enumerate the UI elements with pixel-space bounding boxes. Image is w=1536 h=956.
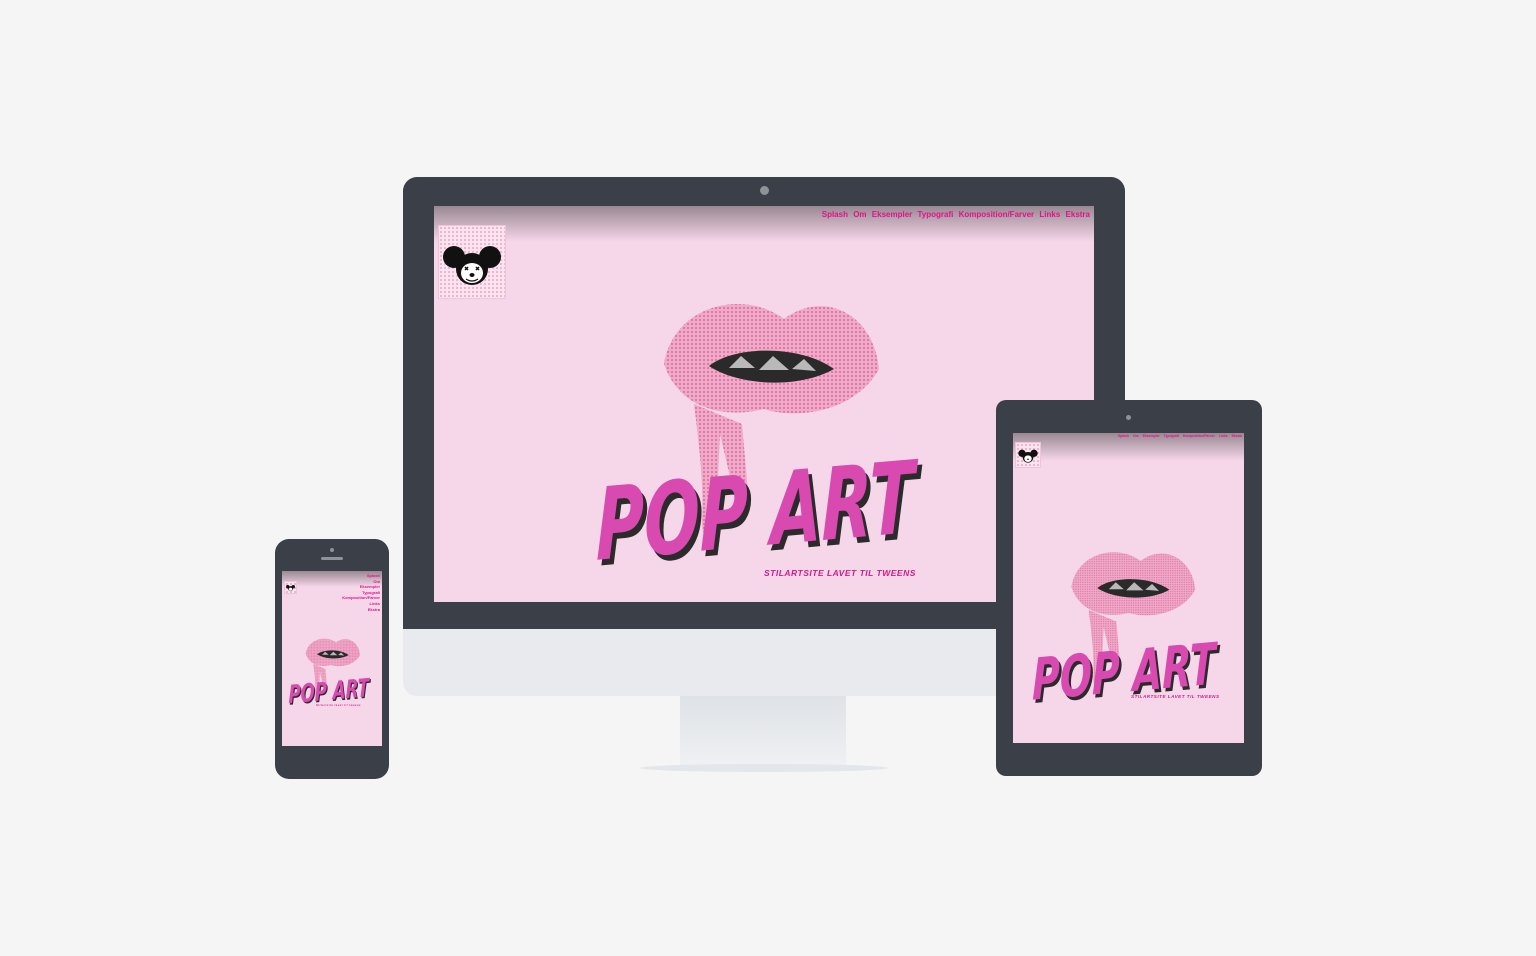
phone-camera (330, 548, 334, 552)
mouse-face-icon[interactable] (1015, 442, 1041, 468)
nav-link-eksempler[interactable]: Eksempler (1143, 434, 1160, 438)
nav-link-typografi[interactable]: Typografi (1164, 434, 1179, 438)
tablet-screen: Splash Om Eksempler Typografi Kompositio… (1013, 433, 1244, 743)
nav-link-om[interactable]: Om (1133, 434, 1139, 438)
nav-link-ekstra[interactable]: Ekstra (342, 607, 380, 613)
site-nav: Splash Om Eksempler Typografi Kompositio… (819, 210, 1090, 219)
pop-art-hero-phone: POP ART POP ART (288, 635, 374, 713)
phone-screen: Splash Om Eksempler Typografi Kompositio… (282, 571, 382, 746)
tagline: STILARTSITE LAVET TIL TWEENS (1131, 694, 1220, 699)
nav-link-eksempler[interactable]: Eksempler (872, 210, 912, 219)
desktop-screen: Splash Om Eksempler Typografi Kompositio… (434, 206, 1094, 602)
nav-link-typografi[interactable]: Typografi (917, 210, 953, 219)
tablet-camera (1126, 415, 1131, 420)
site-nav-phone: Splash Om Eksempler Typografi Kompositio… (342, 573, 380, 612)
nav-link-links[interactable]: Links (1219, 434, 1228, 438)
nav-link-ekstra[interactable]: Ekstra (1066, 210, 1090, 219)
nav-link-splash[interactable]: Splash (822, 210, 848, 219)
nav-link-links[interactable]: Links (1039, 210, 1060, 219)
monitor-base (640, 764, 888, 772)
hero-title: POP ART POP ART (596, 439, 922, 590)
nav-link-om[interactable]: Om (853, 210, 866, 219)
site-nav-tablet: Splash Om Eksempler Typografi Kompositio… (1115, 434, 1242, 438)
monitor-camera (760, 186, 769, 195)
tagline: Stilartsite lavet til tweens (316, 704, 361, 707)
pop-art-hero: POP ART POP ART (594, 294, 934, 594)
nav-link-ekstra[interactable]: Ekstra (1232, 434, 1242, 438)
nav-link-komposition-farver[interactable]: Komposition/Farver (959, 210, 1035, 219)
phone-speaker (321, 557, 343, 560)
tagline: STILARTSITE LAVET TIL TWEENS (764, 568, 916, 578)
monitor-stand (680, 696, 846, 768)
mouse-face-icon[interactable] (284, 581, 297, 594)
mouse-face-icon[interactable] (438, 225, 506, 299)
nav-link-splash[interactable]: Splash (1118, 434, 1129, 438)
nav-link-komposition-farver[interactable]: Komposition/Farver (1183, 434, 1215, 438)
